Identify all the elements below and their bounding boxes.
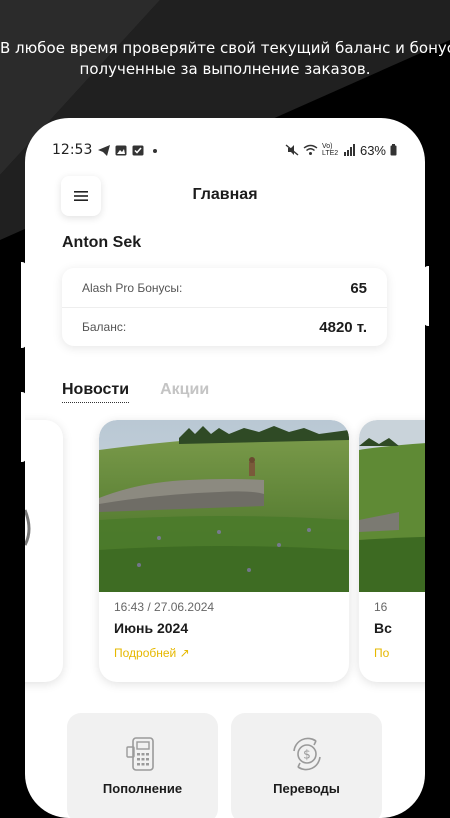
network-type-label: Vo) LTE2 [321, 143, 339, 157]
signal-icon [343, 144, 355, 156]
wifi-icon [303, 144, 318, 155]
app-header: Главная [61, 176, 389, 216]
page-title: Главная [192, 186, 258, 203]
balance-card: Alash Pro Бонусы: 65 Баланс: 4820 т. [62, 268, 387, 346]
tab-news[interactable]: Новости [62, 381, 130, 403]
news-carousel[interactable]: 16:43 / 27.06.2024 Июнь 2024 Подробней ↗… [25, 420, 425, 685]
news-card[interactable]: 16:43 / 27.06.2024 Июнь 2024 Подробней ↗ [99, 420, 349, 682]
bonus-label: Alash Pro Бонусы: [82, 281, 183, 295]
status-time: 12:53 [52, 142, 93, 158]
news-image [99, 420, 349, 592]
gallery-icon [115, 145, 127, 155]
news-date: 16:43 / 27.06.2024 [114, 600, 215, 614]
topup-label: Пополнение [102, 781, 183, 796]
news-card-previous[interactable] [25, 420, 63, 682]
telegram-icon [98, 144, 111, 156]
news-image [25, 420, 63, 592]
tab-promos[interactable]: Акции [160, 381, 209, 403]
caption-line-1: В любое время проверяйте свой текущий ба… [0, 39, 450, 57]
news-image [359, 420, 425, 592]
promo-caption: В любое время проверяйте свой текущий ба… [0, 38, 450, 80]
user-name: Anton Sek [62, 234, 142, 251]
transfers-label: Переводы [273, 781, 340, 796]
battery-icon [390, 144, 397, 156]
battery-percent: 63% [359, 142, 386, 158]
news-date: 16 [374, 600, 388, 614]
phone-screen: 12:53 Vo) LTE2 63% Главная Anton Sek Ala… [25, 118, 425, 818]
checkbox-notification-icon [132, 145, 144, 155]
news-title: Вс [374, 620, 392, 636]
money-transfer-icon: $ [293, 737, 321, 771]
balance-row: Баланс: 4820 т. [82, 308, 367, 346]
payment-terminal-icon [126, 737, 154, 771]
bonus-row: Alash Pro Бонусы: 65 [82, 269, 367, 307]
bonus-value: 65 [350, 279, 367, 297]
content-tabs: Новости Акции [62, 381, 209, 403]
news-card-next[interactable]: 16 Вс По [359, 420, 425, 682]
news-title: Июнь 2024 [114, 620, 189, 636]
mute-icon [285, 144, 299, 156]
dot-icon [153, 148, 158, 153]
transfers-button[interactable]: $ Переводы [231, 713, 382, 818]
quick-actions: Пополнение $ Переводы [67, 713, 382, 818]
balance-label: Баланс: [82, 320, 127, 334]
news-more-link[interactable]: По [374, 646, 389, 660]
status-bar: 12:53 Vo) LTE2 63% [52, 140, 397, 160]
news-more-link[interactable]: Подробней ↗ [114, 646, 190, 660]
svg-text:$: $ [303, 748, 311, 762]
caption-line-2: полученные за выполнение заказов. [79, 60, 371, 78]
status-right-group: Vo) LTE2 63% [285, 143, 397, 158]
balance-value: 4820 т. [319, 318, 367, 336]
topup-button[interactable]: Пополнение [67, 713, 218, 818]
